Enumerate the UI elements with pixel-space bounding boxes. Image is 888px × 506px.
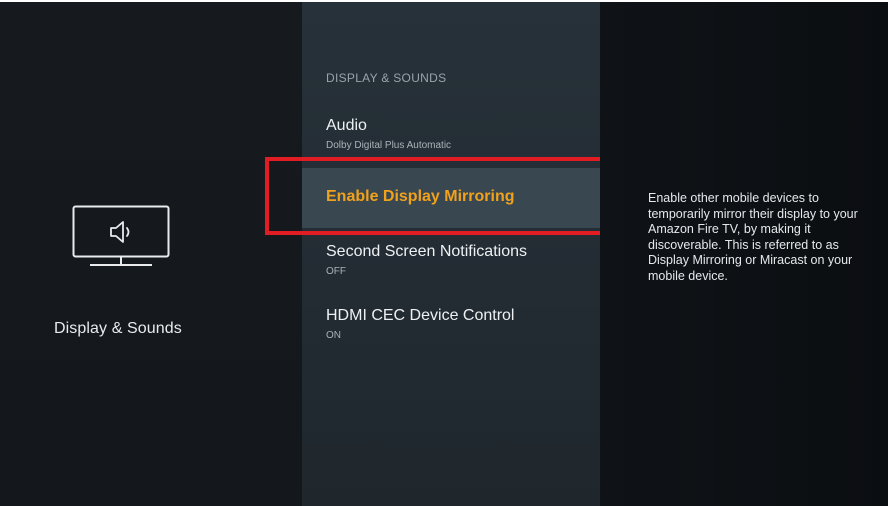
menu-item-value: OFF (326, 266, 346, 277)
section-header: DISPLAY & SOUNDS (326, 71, 447, 85)
menu-item-enable-display-mirroring[interactable]: Enable Display Mirroring (302, 168, 600, 228)
menu-item-label: HDMI CEC Device Control (326, 307, 515, 324)
fire-tv-settings-screen: Display & Sounds DISPLAY & SOUNDS Audio … (0, 0, 888, 506)
menu-item-value: ON (326, 330, 341, 341)
item-description: Enable other mobile devices to temporari… (648, 191, 858, 283)
menu-item-value: Dolby Digital Plus Automatic (326, 140, 452, 151)
menu-item-audio[interactable]: Audio Dolby Digital Plus Automatic (302, 110, 600, 160)
category-panel: Display & Sounds (0, 2, 302, 506)
tv-speaker-icon (72, 205, 170, 266)
menu-item-label: Second Screen Notifications (326, 243, 527, 260)
menu-item-label: Enable Display Mirroring (326, 188, 515, 205)
category-title: Display & Sounds (54, 320, 182, 337)
menu-item-second-screen-notifications[interactable]: Second Screen Notifications OFF (302, 236, 600, 286)
menu-item-hdmi-cec-device-control[interactable]: HDMI CEC Device Control ON (302, 300, 600, 350)
menu-item-label: Audio (326, 117, 367, 134)
